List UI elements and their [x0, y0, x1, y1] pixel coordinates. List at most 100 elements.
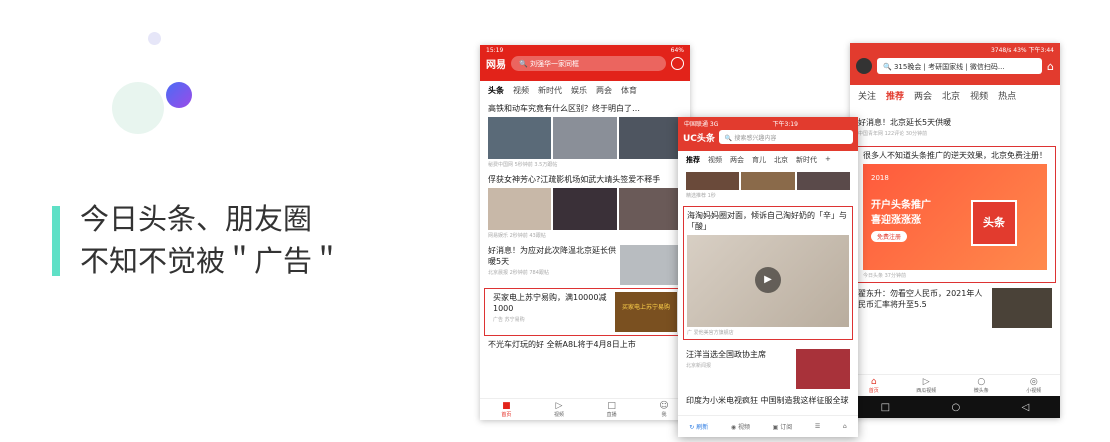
- tab-follow[interactable]: 关注: [858, 89, 876, 102]
- item-meta: 秘费中国网 5秒钟前 3.5万跟帖: [488, 162, 558, 168]
- list-item[interactable]: 好消息！北京延长5天供暖 中国青年网 122评论 30分钟前: [850, 114, 1060, 140]
- status-carrier: 中国联通 3G: [684, 121, 719, 128]
- uc-header: 中国联通 3G 下午3:19 UC头条 🔍 搜索感兴趣内容: [678, 117, 858, 151]
- ad-item[interactable]: 买家电上苏宁易购，满10000减1000 广告 苏宁易购 买家电上苏宁易购: [484, 288, 686, 336]
- phone-netease: 15:19 64% 网易 🔍 刘强华一家同框 头条 视频 新时代 娱乐 两会 体育…: [480, 45, 690, 420]
- tab-sports[interactable]: 体育: [621, 85, 637, 96]
- nav-subscribe[interactable]: ▣ 订阅: [773, 422, 793, 431]
- add-tab-icon[interactable]: +: [825, 155, 831, 165]
- item-title: 很多人不知道头条推广的逆天效果，北京免费注册！: [863, 151, 1047, 160]
- nav-short-video[interactable]: ◎ 小视频: [1026, 377, 1041, 394]
- tab-video[interactable]: 视频: [970, 89, 988, 102]
- nav-label: 刷新: [696, 424, 709, 431]
- nav-video[interactable]: ▷ 视频: [554, 401, 564, 418]
- nav-label: 首页: [868, 388, 879, 394]
- recents-icon[interactable]: □: [881, 402, 890, 413]
- tab-beijing[interactable]: 北京: [774, 155, 788, 165]
- tab-beijing[interactable]: 北京: [942, 89, 960, 102]
- tab-new-era[interactable]: 新时代: [538, 85, 562, 96]
- bottom-nav: ↻ 刷新 ◉ 视频 ▣ 订阅 ☰ ⌂: [678, 415, 858, 437]
- tab-video[interactable]: 视频: [513, 85, 529, 96]
- nav-live[interactable]: □ 直播: [607, 401, 617, 418]
- tab-parenting[interactable]: 育儿: [752, 155, 766, 165]
- nav-video[interactable]: ◉ 视频: [731, 422, 750, 431]
- menu-icon[interactable]: ☰: [815, 423, 820, 430]
- ad-register-button[interactable]: 免费注册: [871, 231, 908, 242]
- list-item[interactable]: 高铁和动车究竟有什么区别？终于明白了… 秘费中国网 5秒钟前 3.5万跟帖: [480, 100, 690, 171]
- list-item[interactable]: 印度为小米电视疯狂 中国制造我这样征服全球: [678, 392, 858, 409]
- status-time: 下午3:19: [772, 121, 798, 128]
- home-icon[interactable]: ⌂: [1047, 60, 1054, 73]
- list-item[interactable]: 俘获女神芳心?江疏影机场如武大靖头签爱不释手 网易娱乐 2秒钟前 43跟帖: [480, 171, 690, 242]
- headline: 今日头条、朋友圈 不知不觉被＂广告＂: [80, 198, 341, 282]
- netease-header: 15:19 64% 网易 🔍 刘强华一家同框: [480, 45, 690, 81]
- list-item[interactable]: 翟东升：勿看空人民币，2021年人民币汇率将升至5.5: [850, 285, 1060, 331]
- tab-two-sessions[interactable]: 两会: [914, 89, 932, 102]
- item-meta: 广告 苏宁易购: [493, 317, 525, 323]
- ad-video[interactable]: ▶: [687, 235, 849, 327]
- nav-label: 直播: [606, 412, 617, 418]
- tab-video[interactable]: 视频: [708, 155, 722, 165]
- list-item[interactable]: 好消息！为应对此次降温北京延长供暖5天 北京晨报 2秒钟前 784跟帖: [480, 242, 690, 288]
- tab-two-sessions[interactable]: 两会: [730, 155, 744, 165]
- item-title: 好消息！为应对此次降温北京延长供暖5天: [488, 246, 616, 266]
- tab-entertainment[interactable]: 娱乐: [571, 85, 587, 96]
- item-meta: 北京新闻报: [686, 363, 712, 369]
- android-nav-bar: □ ○ ◁: [850, 396, 1060, 418]
- netease-logo: 网易: [486, 60, 506, 71]
- nav-label: 我: [661, 412, 667, 418]
- toutiao-logo: 头条: [971, 200, 1017, 246]
- status-time: 15:19: [486, 47, 504, 54]
- list-item[interactable]: 精选推荐 1秒: [678, 169, 858, 202]
- nav-me[interactable]: ☺ 我: [659, 401, 668, 418]
- uc-logo: UC头条: [683, 133, 715, 144]
- search-input[interactable]: 🔍 搜索感兴趣内容: [718, 130, 853, 144]
- decor-circle-purple: [166, 82, 192, 108]
- ad-item[interactable]: 很多人不知道头条推广的逆天效果，北京免费注册！ 2018 开户头条推广 喜迎涨涨…: [854, 146, 1056, 283]
- search-input[interactable]: 🔍 刘强华一家同框: [511, 56, 666, 71]
- item-meta: 今日头条 37分钟前: [863, 273, 906, 279]
- search-text: 搜索感兴趣内容: [734, 135, 777, 142]
- nav-weitoutiao[interactable]: ○ 微头条: [974, 377, 989, 394]
- nav-home[interactable]: ■ 首页: [501, 401, 511, 418]
- item-title: 不光车灯玩的好 全新A8L将于4月8日上市: [488, 340, 636, 349]
- item-title: 买家电上苏宁易购，满10000减1000: [493, 293, 607, 313]
- home-button-icon[interactable]: ○: [951, 402, 960, 413]
- decor-circle-mint: [112, 82, 164, 134]
- ad-year: 2018: [871, 174, 889, 182]
- item-meta: 精选推荐 1秒: [686, 193, 716, 199]
- tab-hot[interactable]: 热点: [998, 89, 1016, 102]
- nav-label: 订阅: [780, 424, 793, 431]
- tab-recommend[interactable]: 推荐: [886, 89, 904, 102]
- item-meta: 网易娱乐 2秒钟前 43跟帖: [488, 233, 546, 239]
- toutiao-header: 3748/s 43% 下午3:44 🔍 315晚会 | 考研国家线 | 微信扫码…: [850, 43, 1060, 85]
- avatar[interactable]: [856, 58, 872, 74]
- tab-recommend[interactable]: 推荐: [686, 155, 700, 165]
- back-icon[interactable]: ◁: [1022, 402, 1030, 413]
- tab-new-era[interactable]: 新时代: [796, 155, 817, 165]
- nav-refresh[interactable]: ↻ 刷新: [689, 422, 708, 431]
- list-item[interactable]: 不光车灯玩的好 全新A8L将于4月8日上市: [480, 336, 690, 353]
- play-icon[interactable]: ▶: [755, 267, 781, 293]
- status-battery: 64%: [670, 47, 684, 54]
- tab-headlines[interactable]: 头条: [488, 85, 504, 96]
- nav-label: 微头条: [973, 388, 989, 394]
- phone-toutiao: 3748/s 43% 下午3:44 🔍 315晚会 | 考研国家线 | 微信扫码…: [850, 43, 1060, 418]
- profile-icon[interactable]: [671, 57, 684, 70]
- search-text: 315晚会 | 考研国家线 | 微信扫码...: [893, 63, 1005, 71]
- nav-label: 小视频: [1026, 388, 1042, 394]
- status-bar: 3748/s 43% 下午3:44: [990, 47, 1054, 54]
- tab-two-sessions[interactable]: 两会: [596, 85, 612, 96]
- bottom-nav: ⌂ 首页 ▷ 西瓜视频 ○ 微头条 ◎ 小视频: [850, 374, 1060, 396]
- nav-home[interactable]: ⌂ 首页: [869, 377, 879, 394]
- search-text: 刘强华一家同框: [529, 60, 579, 68]
- decor-dot-small: [148, 32, 161, 45]
- nav-label: 西瓜视频: [916, 388, 937, 394]
- search-input[interactable]: 🔍 315晚会 | 考研国家线 | 微信扫码...: [877, 58, 1043, 74]
- headline-accent-bar: [52, 206, 60, 276]
- ad-item[interactable]: 海淘妈妈圈对面，倾诉自己淘好奶的「辛」与「酸」 ▶ 广 爱他美官方旗舰店: [683, 206, 853, 340]
- nav-xigua[interactable]: ▷ 西瓜视频: [916, 377, 936, 394]
- nav-label: 首页: [501, 412, 512, 418]
- list-item[interactable]: 汪洋当选全国政协主席 北京新闻报: [678, 346, 858, 392]
- home-icon[interactable]: ⌂: [843, 423, 847, 430]
